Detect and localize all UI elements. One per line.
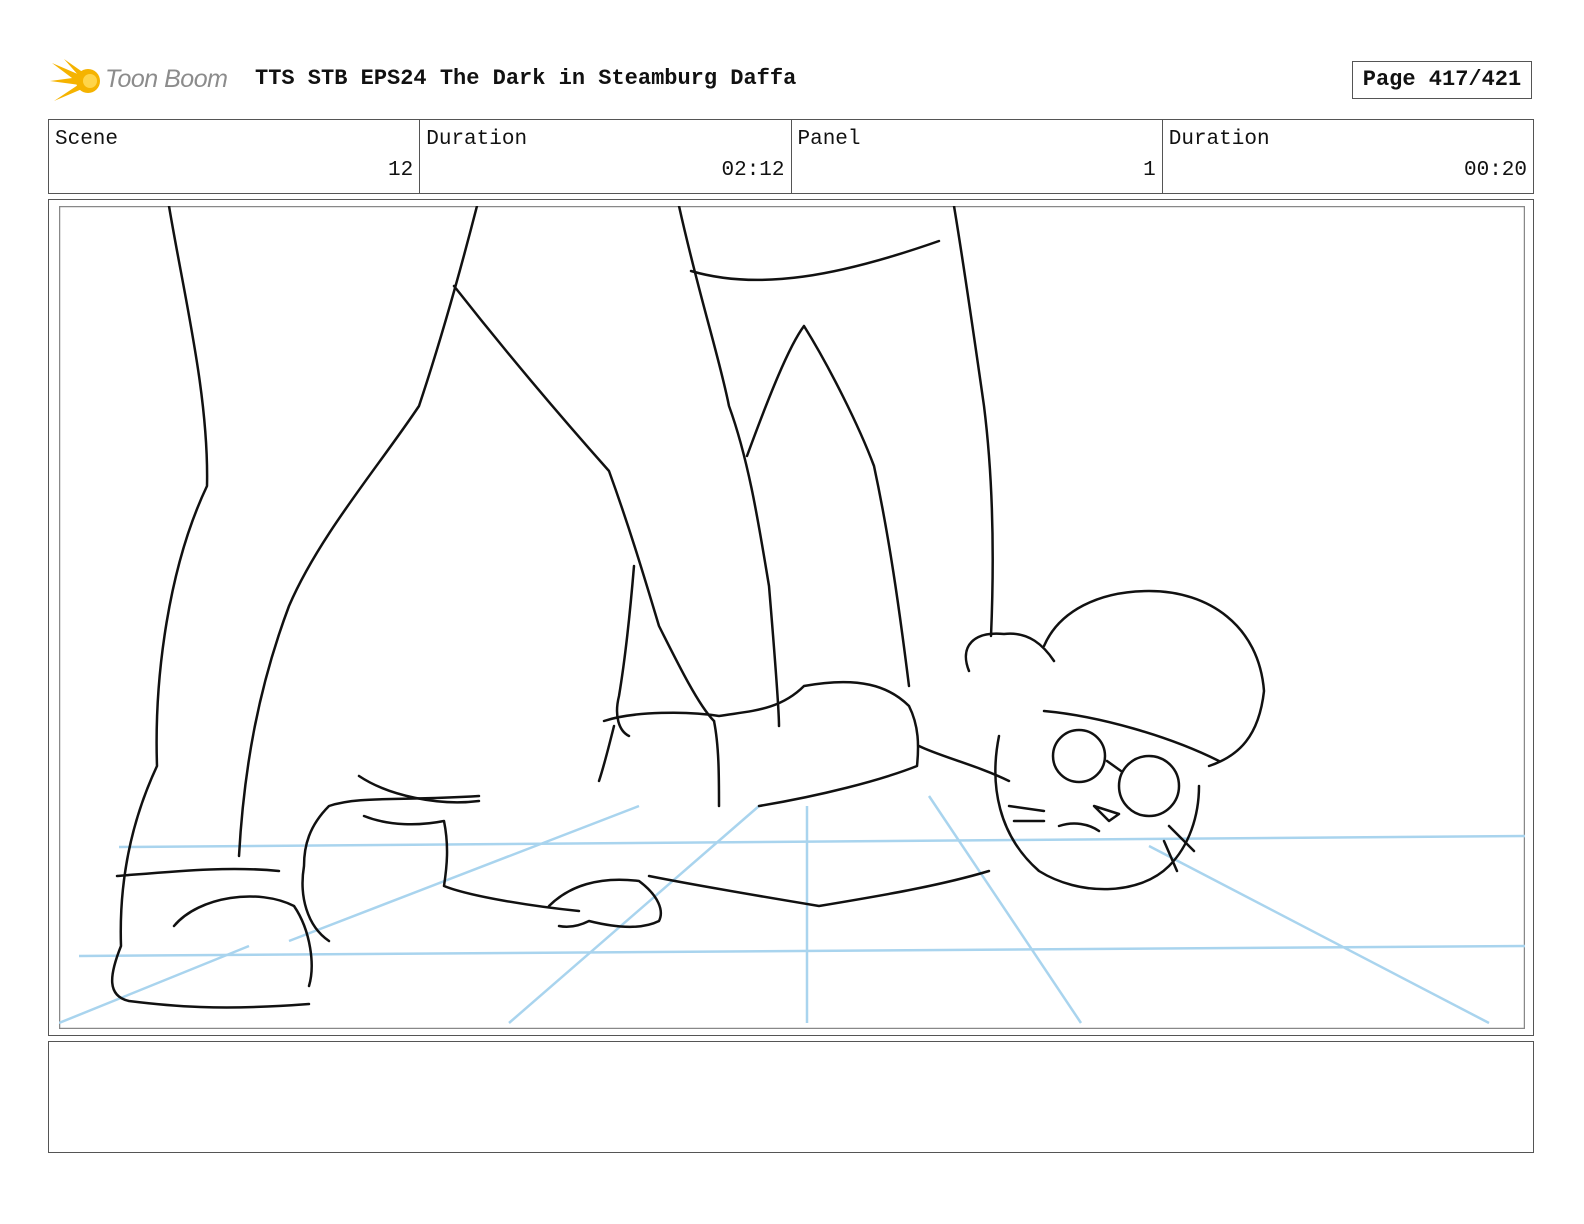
panel-duration-label: Duration	[1168, 128, 1270, 151]
panel-value: 1	[1143, 159, 1156, 182]
scene-duration-label: Duration	[426, 128, 528, 151]
scene-label: Scene	[55, 128, 119, 151]
panel-label: Panel	[797, 128, 861, 151]
panel-cell: Panel 1	[792, 120, 1163, 193]
page-number: Page 417/421	[1352, 61, 1532, 99]
panel-info-row: Scene 12 Duration 02:12 Panel 1 Duration…	[48, 119, 1534, 194]
camera-frame	[59, 206, 1525, 1029]
document-title: TTS STB EPS24 The Dark in Steamburg Daff…	[255, 66, 797, 91]
scene-value: 12	[388, 159, 414, 182]
panel-duration-value: 00:20	[1463, 159, 1527, 182]
toon-boom-logo: Toon Boom	[50, 55, 240, 107]
scene-duration-value: 02:12	[721, 159, 785, 182]
storyboard-panel	[48, 199, 1534, 1036]
scene-cell: Scene 12	[49, 120, 421, 193]
logo-text: Toon Boom	[105, 65, 228, 93]
panel-notes	[48, 1041, 1534, 1153]
starburst-icon	[50, 59, 100, 101]
scene-duration-cell: Duration 02:12	[420, 120, 792, 193]
panel-duration-cell: Duration 00:20	[1163, 120, 1533, 193]
panel-sketch	[59, 206, 1525, 1029]
